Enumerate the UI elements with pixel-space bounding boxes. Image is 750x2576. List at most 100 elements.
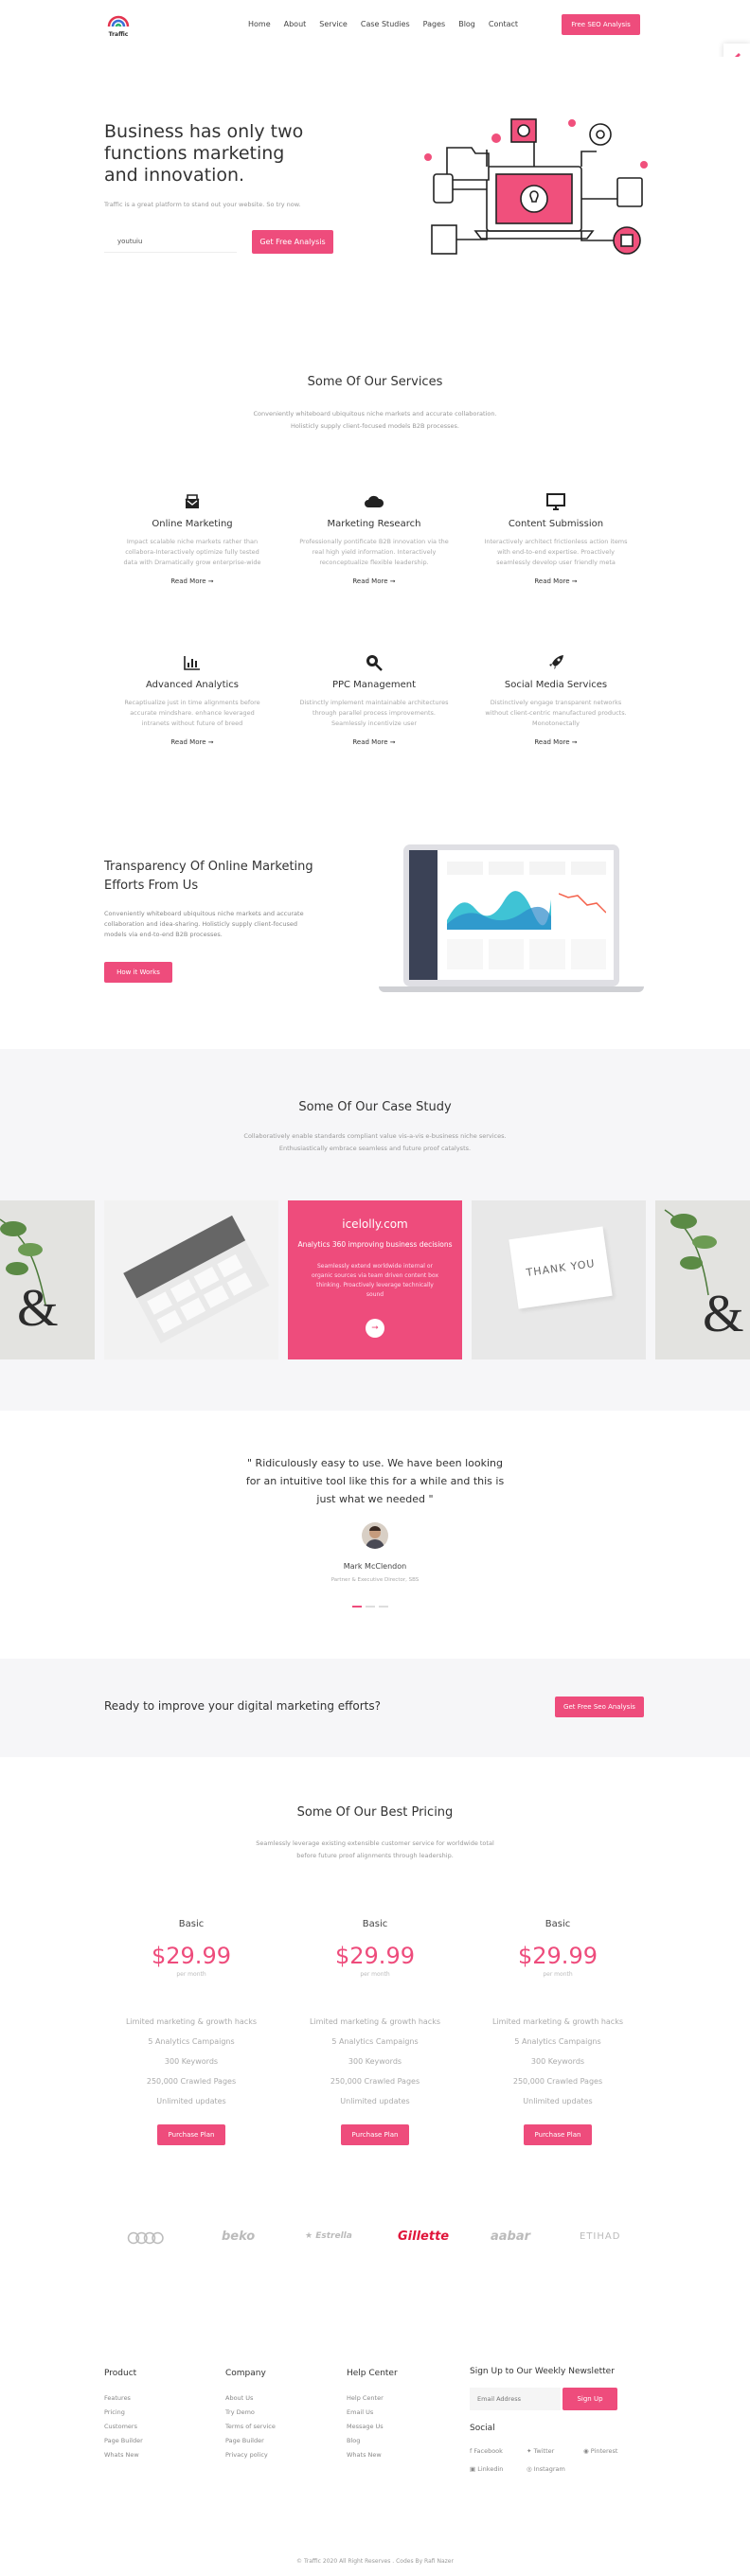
- avatar: [362, 1522, 388, 1549]
- case-image-plant-right[interactable]: &: [655, 1200, 750, 1359]
- case-image-calculator[interactable]: [104, 1200, 278, 1359]
- nav-case-studies[interactable]: Case Studies: [361, 20, 410, 28]
- footer-link[interactable]: Customers: [104, 2420, 143, 2434]
- slider-dot[interactable]: [366, 1606, 375, 1608]
- read-more-link[interactable]: Read More ➞: [290, 738, 458, 746]
- case-study-card[interactable]: icelolly.com Analytics 360 improving bus…: [288, 1200, 462, 1359]
- read-more-link[interactable]: Read More ➞: [290, 577, 458, 585]
- read-more-link[interactable]: Read More ➞: [108, 577, 277, 585]
- get-free-seo-analysis-button[interactable]: Get Free Seo Analysis: [555, 1697, 644, 1717]
- footer-link[interactable]: Privacy policy: [225, 2448, 276, 2462]
- nav-pages[interactable]: Pages: [423, 20, 446, 28]
- footer-link[interactable]: Help Center: [347, 2391, 398, 2406]
- service-card-ppc-management[interactable]: PPC Management Distinctly implement main…: [290, 651, 458, 746]
- arrow-right-icon: ➞: [389, 738, 396, 746]
- logo[interactable]: Traffic: [104, 13, 133, 38]
- search-icon: [366, 655, 383, 671]
- mail-icon: [185, 494, 200, 508]
- case-image-thank-you[interactable]: THANK YOU: [472, 1200, 646, 1359]
- laptop-mockup: [379, 843, 644, 998]
- instagram-icon: ◎: [527, 2465, 532, 2473]
- footer-link[interactable]: Whats New: [104, 2448, 143, 2462]
- logo-icon: [107, 15, 130, 27]
- newsletter-email-input[interactable]: [470, 2388, 561, 2410]
- footer-link[interactable]: Whats New: [347, 2448, 398, 2462]
- nav-home[interactable]: Home: [248, 20, 271, 28]
- slider-dot-active[interactable]: [352, 1606, 362, 1608]
- nav-service[interactable]: Service: [319, 20, 348, 28]
- rocket-icon: [549, 655, 563, 669]
- purchase-plan-button[interactable]: Purchase Plan: [157, 2124, 225, 2145]
- arrow-right-icon: ➞: [207, 577, 214, 585]
- slider-dot[interactable]: [379, 1606, 388, 1608]
- pinterest-icon: ◉: [583, 2447, 589, 2455]
- case-study-desc: Collaboratively enable standards complia…: [243, 1132, 507, 1152]
- service-card-advanced-analytics[interactable]: Advanced Analytics Recaptiualize just in…: [108, 651, 277, 746]
- social-linkedin[interactable]: ▣ Linkedin: [470, 2462, 527, 2477]
- logo-estrella: ★ Estrella: [305, 2231, 352, 2241]
- footer-link[interactable]: Page Builder: [225, 2434, 276, 2448]
- footer-link[interactable]: Email Us: [347, 2406, 398, 2420]
- footer-link[interactable]: Features: [104, 2391, 143, 2406]
- pricing-card: Basic $29.99 per month Limited marketing…: [290, 1919, 460, 2145]
- service-card-marketing-research[interactable]: Marketing Research Professionally pontif…: [290, 490, 458, 585]
- service-card-online-marketing[interactable]: Online Marketing Impact scalable niche m…: [108, 490, 277, 585]
- footer-link[interactable]: About Us: [225, 2391, 276, 2406]
- testimonial-dots: [352, 1606, 388, 1608]
- how-it-works-button[interactable]: How it Works: [104, 962, 172, 983]
- purchase-plan-button[interactable]: Purchase Plan: [341, 2124, 409, 2145]
- free-seo-analysis-button[interactable]: Free SEO Analysis: [562, 14, 640, 35]
- client-logos: beko ★ Estrella Gillette aabar ETIHAD: [0, 2230, 750, 2258]
- pricing-card: Basic $29.99 per month Limited marketing…: [473, 1919, 643, 2145]
- twitter-icon: ✦: [527, 2447, 532, 2455]
- social-instagram[interactable]: ◎ Instagram: [527, 2462, 583, 2477]
- footer-newsletter: Sign Up to Our Weekly Newsletter Sign Up…: [470, 2367, 650, 2477]
- footer-link[interactable]: Page Builder: [104, 2434, 143, 2448]
- arrow-right-icon: ➞: [207, 738, 214, 746]
- nav-about[interactable]: About: [284, 20, 307, 28]
- monitor-icon: [546, 493, 565, 510]
- get-free-analysis-button[interactable]: Get Free Analysis: [252, 230, 333, 254]
- service-card-content-submission[interactable]: Content Submission Interactively archite…: [472, 490, 640, 585]
- testimonial-name: Mark McClendon: [343, 1562, 407, 1571]
- hero-input[interactable]: youtuiu: [104, 230, 237, 253]
- hero-illustration: [424, 118, 648, 255]
- social-pinterest[interactable]: ◉ Pinterest: [583, 2444, 640, 2459]
- plant-image: &: [0, 1218, 59, 1338]
- cta-text: Ready to improve your digital marketing …: [104, 1699, 381, 1713]
- arrow-right-icon: ➞: [571, 738, 578, 746]
- purchase-plan-button[interactable]: Purchase Plan: [524, 2124, 592, 2145]
- calculator-image: [123, 1215, 270, 1344]
- testimonial-role: Partner & Executive Director, SBS: [330, 1577, 420, 1583]
- read-more-link[interactable]: Read More ➞: [472, 738, 640, 746]
- footer-link[interactable]: Message Us: [347, 2420, 398, 2434]
- nav-contact[interactable]: Contact: [489, 20, 518, 28]
- social-facebook[interactable]: f Facebook: [470, 2444, 527, 2459]
- pricing-title: Some Of Our Best Pricing: [296, 1805, 454, 1820]
- nav-blog[interactable]: Blog: [458, 20, 475, 28]
- service-card-social-media[interactable]: Social Media Services Distinctively enga…: [472, 651, 640, 746]
- case-image-plant-left[interactable]: &: [0, 1200, 95, 1359]
- social-twitter[interactable]: ✦ Twitter: [527, 2444, 583, 2459]
- arrow-right-icon: ➞: [571, 577, 578, 585]
- footer-link[interactable]: Blog: [347, 2434, 398, 2448]
- footer-link[interactable]: Pricing: [104, 2406, 143, 2420]
- logo-aabar: aabar: [491, 2230, 531, 2244]
- case-study-title: Some Of Our Case Study: [298, 1100, 452, 1114]
- read-more-link[interactable]: Read More ➞: [472, 577, 640, 585]
- transparency-text: Conveniently whiteboard ubiquitous niche…: [104, 910, 304, 938]
- read-more-link[interactable]: Read More ➞: [108, 738, 277, 746]
- footer-link[interactable]: Terms of service: [225, 2420, 276, 2434]
- cloud-icon: [365, 495, 384, 507]
- sign-up-button[interactable]: Sign Up: [562, 2388, 617, 2410]
- services-desc: Conveniently whiteboard ubiquitous niche…: [253, 410, 497, 430]
- footer-link[interactable]: Try Demo: [225, 2406, 276, 2420]
- footer-company: Company About Us Try Demo Terms of servi…: [225, 2369, 276, 2462]
- facebook-icon: f: [470, 2447, 473, 2455]
- arrow-right-icon: ➞: [371, 1324, 379, 1333]
- case-study-arrow-button[interactable]: ➞: [366, 1319, 384, 1338]
- testimonial-quote: " Ridiculously easy to use. We have been…: [245, 1457, 505, 1505]
- copyright: © Traffic 2020 All Right Reserves . Code…: [296, 2558, 454, 2565]
- logo-gillette: Gillette: [398, 2230, 450, 2244]
- linkedin-icon: ▣: [470, 2465, 476, 2473]
